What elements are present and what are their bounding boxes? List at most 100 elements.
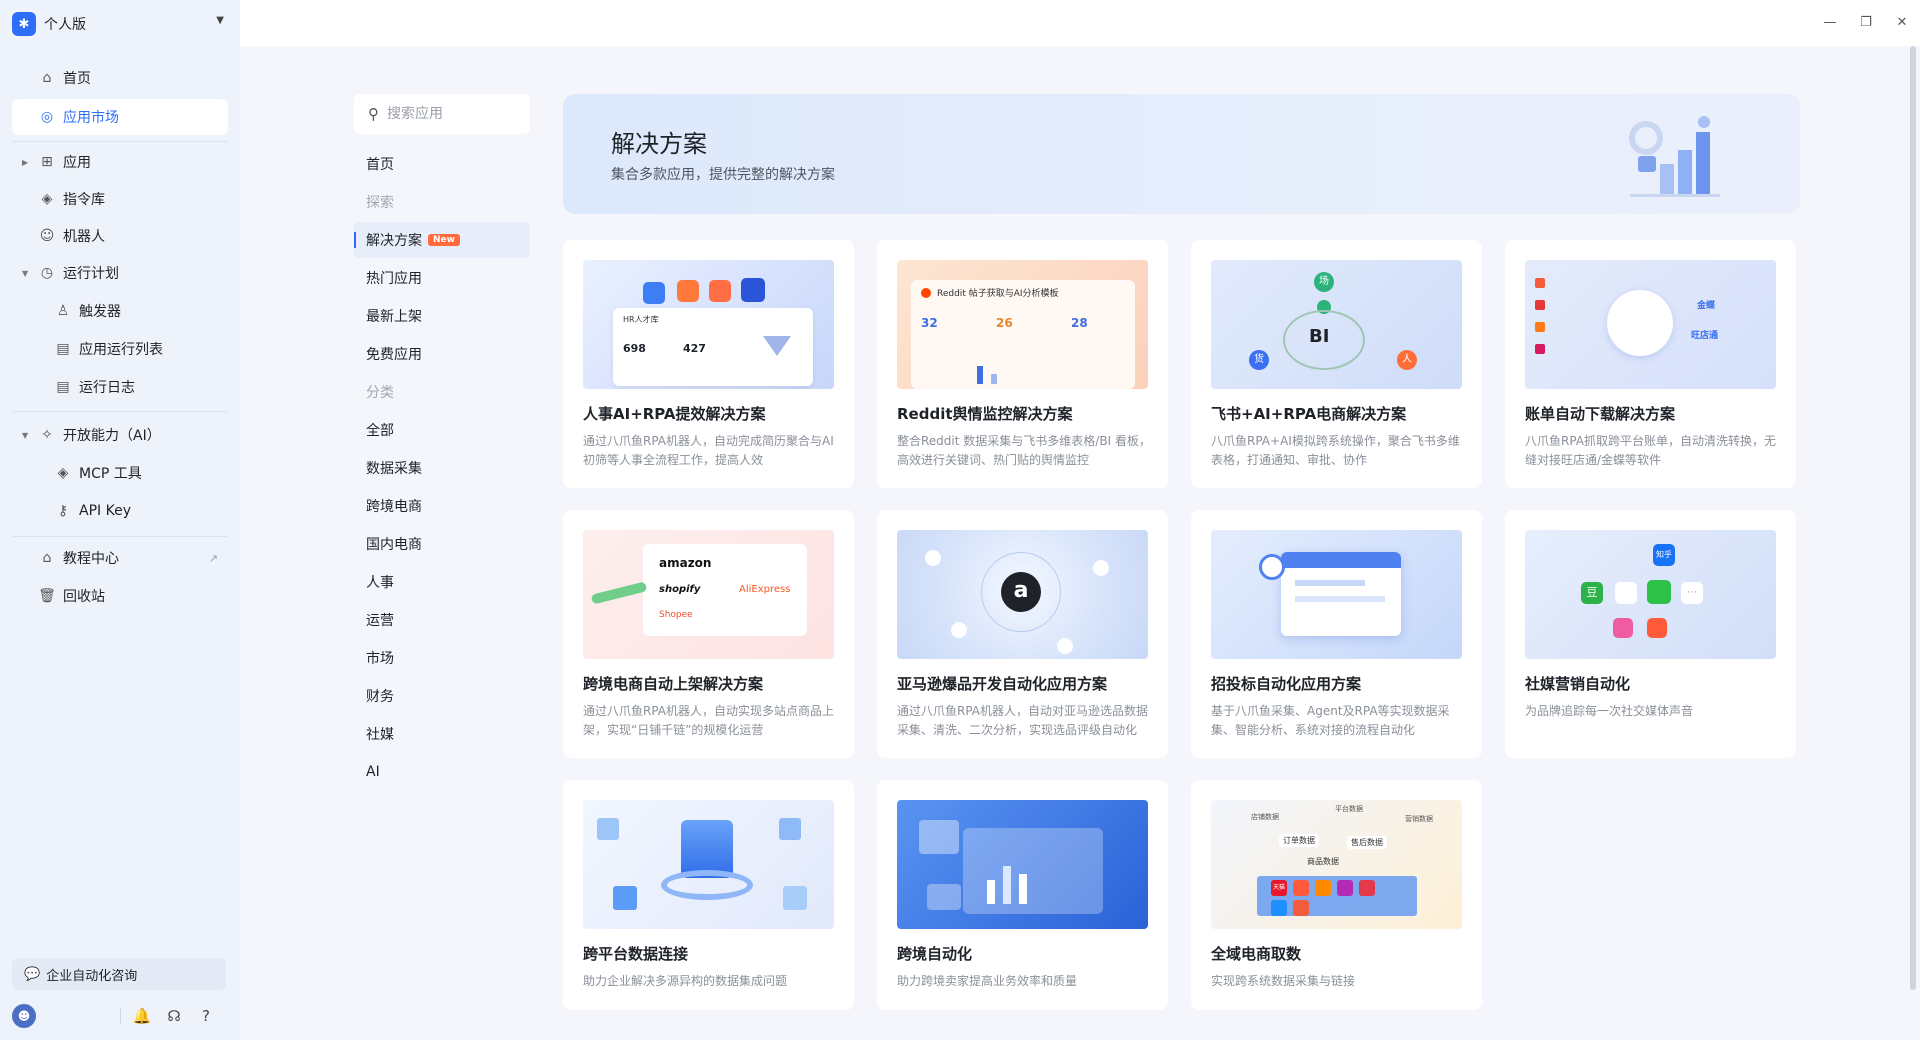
solution-card[interactable]: 店铺数据 平台数据 营销数据 订单数据 售后数据 商品数据 天猫 全域电商取数 … xyxy=(1191,780,1482,1010)
search-box[interactable]: ⚲ xyxy=(354,94,530,134)
caret-down-icon[interactable]: ▼ xyxy=(22,431,28,440)
category-marketing[interactable]: 市场 xyxy=(354,640,530,676)
minimize-icon[interactable]: — xyxy=(1820,13,1840,33)
category-finance[interactable]: 财务 xyxy=(354,678,530,714)
category-operations[interactable]: 运营 xyxy=(354,602,530,638)
category-domestic-ecom[interactable]: 国内电商 xyxy=(354,526,530,562)
avatar[interactable]: ☻ xyxy=(12,1004,36,1028)
sidebar-item-apps[interactable]: ▶ ⊞ 应用 xyxy=(12,144,228,180)
solution-card[interactable]: a 亚马逊爆品开发自动化应用方案 通过八爪鱼RPA机器人，自动对亚马逊选品数据采… xyxy=(877,510,1168,758)
sidebar-item-open-ai[interactable]: ▼ ✧ 开放能力（AI） xyxy=(12,417,228,453)
solution-card[interactable]: 跨平台数据连接 助力企业解决多源异构的数据集成问题 xyxy=(563,780,854,1010)
card-description: 为品牌追踪每一次社交媒体声音 xyxy=(1525,704,1694,718)
enterprise-consult-button[interactable]: 💬 企业自动化咨询 xyxy=(12,958,226,990)
sidebar-item-triggers[interactable]: ♙ 触发器 xyxy=(12,293,228,329)
workspace-name: 个人版 xyxy=(44,17,86,33)
card-thumbnail xyxy=(1211,530,1462,659)
solutions-banner: 解决方案 集合多款应用，提供完整的解决方案 xyxy=(563,94,1800,214)
sidebar-item-run-log[interactable]: ▤ 运行日志 xyxy=(12,369,228,405)
card-thumbnail: 场 BI 货 人 xyxy=(1211,260,1462,389)
sidebar-item-run-list[interactable]: ▤ 应用运行列表 xyxy=(12,331,228,367)
solution-card[interactable]: 金蝶 旺店通 账单自动下载解决方案 八爪鱼RPA抓取跨平台账单，自动清洗转换，无… xyxy=(1505,240,1796,488)
category-data-collection[interactable]: 数据采集 xyxy=(354,450,530,486)
card-thumbnail: 店铺数据 平台数据 营销数据 订单数据 售后数据 商品数据 天猫 xyxy=(1211,800,1462,929)
workspace-switcher[interactable]: ✱ 个人版 ▼ xyxy=(12,10,224,38)
category-free[interactable]: 免费应用 xyxy=(354,336,530,372)
recruit-app-icon xyxy=(677,280,699,302)
solution-card[interactable]: HR人才库 698 427 人事AI+RPA提效解决方案 通过八爪鱼RPA机器人… xyxy=(563,240,854,488)
tmall-icon: 天猫 xyxy=(1271,880,1287,896)
category-label: 人事 xyxy=(366,575,394,591)
sidebar-item-api-key[interactable]: ⚷ API Key xyxy=(12,493,228,529)
category-ai[interactable]: AI xyxy=(354,754,530,790)
hr-app-icon xyxy=(741,278,765,302)
caret-down-icon[interactable]: ▼ xyxy=(22,269,28,278)
sidebar-item-home[interactable]: ⌂ 首页 xyxy=(12,60,228,96)
clock-icon: ◷ xyxy=(40,265,54,281)
sidebar-item-recycle-bin[interactable]: 🗑 回收站 xyxy=(12,578,228,614)
sidebar-item-label: 指令库 xyxy=(63,192,105,208)
category-social[interactable]: 社媒 xyxy=(354,716,530,752)
scrollbar[interactable] xyxy=(1910,46,1916,990)
sidebar-item-label: 应用运行列表 xyxy=(79,342,163,358)
cube-icon xyxy=(613,886,637,910)
sidebar-item-tutorial[interactable]: ⌂ 教程中心 ↗ xyxy=(12,540,228,576)
user-icon: ♙ xyxy=(56,303,70,319)
boss-app-icon xyxy=(643,282,665,304)
reddit-icon xyxy=(921,288,931,298)
solution-card[interactable]: 跨境自动化 助力跨境卖家提高业务效率和质量 xyxy=(877,780,1168,1010)
card-title: 跨境自动化 xyxy=(897,945,973,963)
solution-card[interactable]: Reddit 帖子获取与AI分析模板 32 26 28 Reddit舆情监控解决… xyxy=(877,240,1168,488)
card-title: 跨境电商自动上架解决方案 xyxy=(583,675,764,693)
category-cross-border[interactable]: 跨境电商 xyxy=(354,488,530,524)
sidebar-item-commands[interactable]: ◈ 指令库 xyxy=(12,181,228,217)
category-solutions[interactable]: 解决方案 New xyxy=(354,222,530,258)
sidebar-item-label: 应用 xyxy=(63,155,91,171)
thumb-label: 商品数据 xyxy=(1307,857,1339,866)
category-label: 解决方案 xyxy=(366,233,422,249)
solution-card[interactable]: 招投标自动化应用方案 基于八爪鱼采集、Agent及RPA等实现数据采集、智能分析… xyxy=(1191,510,1482,758)
platforms-panel: amazon shopify AliExpress Shopee xyxy=(643,544,807,636)
headset-icon[interactable]: ☊ xyxy=(164,1006,184,1026)
divider xyxy=(120,1008,121,1024)
platform-icon xyxy=(1535,278,1545,288)
solution-card[interactable]: 场 BI 货 人 飞书+AI+RPA电商解决方案 八爪鱼RPA+AI模拟跨系统操… xyxy=(1191,240,1482,488)
ring-shape xyxy=(661,870,753,900)
solution-card[interactable]: 知乎 豆 ⋯ 社媒营销自动化 为品牌追踪每一次社交媒体声音 xyxy=(1505,510,1796,758)
category-all[interactable]: 全部 xyxy=(354,412,530,448)
category-latest[interactable]: 最新上架 xyxy=(354,298,530,334)
external-link-icon: ↗ xyxy=(208,551,218,565)
card-description: 通过八爪鱼RPA机器人，自动实现多站点商品上架，实现“日铺千链”的规模化运营 xyxy=(583,704,835,737)
search-input[interactable] xyxy=(387,106,507,122)
solution-card[interactable]: amazon shopify AliExpress Shopee 跨境电商自动上… xyxy=(563,510,854,758)
category-label: 分类 xyxy=(366,385,394,401)
category-label: 全部 xyxy=(366,423,394,439)
card-title: Reddit舆情监控解决方案 xyxy=(897,405,1073,423)
bell-icon[interactable]: 🔔 xyxy=(132,1006,152,1026)
restore-icon[interactable]: ❐ xyxy=(1856,13,1876,33)
category-label: 社媒 xyxy=(366,727,394,743)
caret-right-icon[interactable]: ▶ xyxy=(22,158,28,167)
app-icon xyxy=(1615,582,1637,604)
category-hot-apps[interactable]: 热门应用 xyxy=(354,260,530,296)
jobs-app-icon xyxy=(709,280,731,302)
banner-subtitle: 集合多款应用，提供完整的解决方案 xyxy=(611,167,835,183)
sidebar-item-app-market[interactable]: ◎ 应用市场 xyxy=(12,99,228,135)
sidebar-item-robots[interactable]: ☺ 机器人 xyxy=(12,218,228,254)
cube-icon xyxy=(597,818,619,840)
card-description: 八爪鱼RPA抓取跨平台账单，自动清洗转换，无缝对接旺店通/金蝶等软件 xyxy=(1525,434,1777,467)
sidebar-item-label: 机器人 xyxy=(63,229,105,245)
chevron-down-icon: ▼ xyxy=(216,15,224,26)
sidebar-item-mcp-tools[interactable]: ◈ MCP 工具 xyxy=(12,455,228,491)
target-icon xyxy=(1259,554,1285,580)
chat-icon: 💬 xyxy=(24,966,41,982)
document-icon: ▤ xyxy=(56,341,70,357)
category-hr[interactable]: 人事 xyxy=(354,564,530,600)
platform-icon xyxy=(1535,300,1545,310)
close-icon[interactable]: ✕ xyxy=(1892,13,1912,33)
card-thumbnail: a xyxy=(897,530,1148,659)
help-icon[interactable]: ? xyxy=(196,1006,216,1026)
category-home[interactable]: 首页 xyxy=(354,146,530,182)
sidebar-item-run-plan[interactable]: ▼ ◷ 运行计划 xyxy=(12,255,228,291)
category-label: 探索 xyxy=(366,195,394,211)
